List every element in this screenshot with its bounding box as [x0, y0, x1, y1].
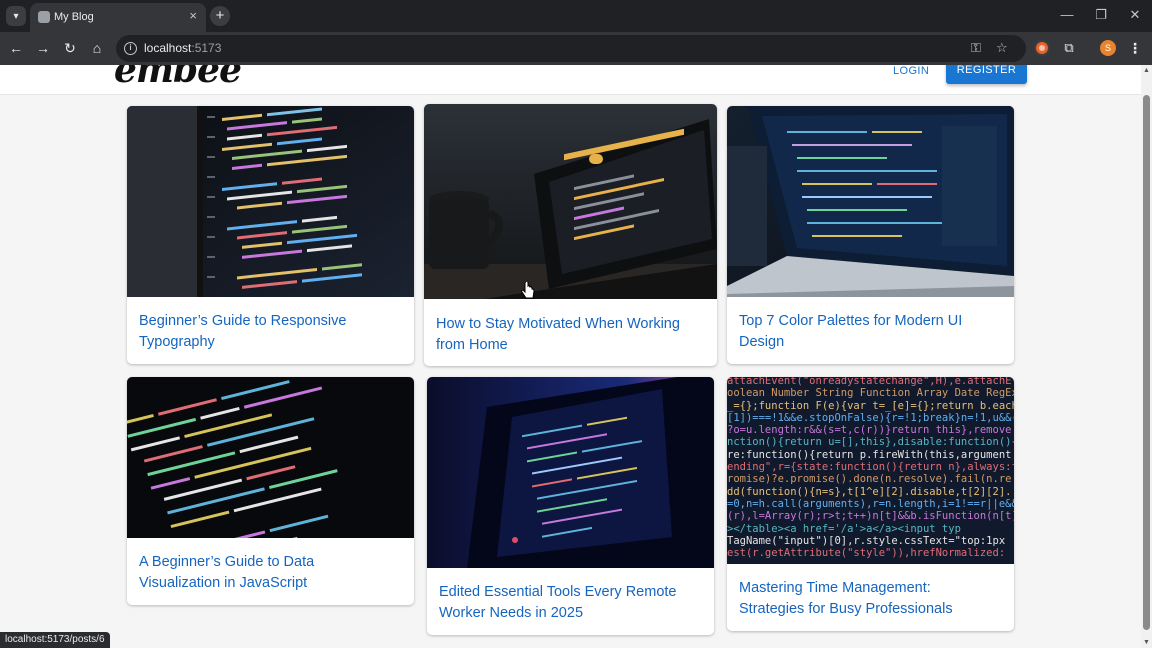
- globe-icon: [38, 11, 50, 23]
- post-card[interactable]: Beginner’s Guide to Responsive Typograph…: [127, 106, 414, 364]
- scroll-down-icon[interactable]: ▼: [1143, 639, 1150, 646]
- scroll-up-icon[interactable]: ▲: [1143, 67, 1150, 74]
- site-info-icon[interactable]: i: [124, 42, 137, 55]
- code-line: ending",r={state:function(){return n},al…: [727, 461, 1014, 474]
- code-line: _={};function F(e){var t=_[e]={};return …: [727, 399, 1014, 412]
- address-bar[interactable]: i localhost:5173 ⚿ ☆: [116, 35, 1026, 62]
- site-logo[interactable]: embee: [114, 65, 242, 91]
- page-scrollbar[interactable]: ▲ ▼: [1141, 65, 1152, 648]
- new-tab-button[interactable]: +: [210, 6, 230, 26]
- code-line: ></table><a href='/a'>a</a><input typ: [727, 522, 961, 535]
- code-line: re:function(){return p.fireWith(this,arg…: [727, 448, 1012, 461]
- code-line: nction(){return u=[],this},disable:funct…: [727, 436, 1014, 449]
- browser-tab[interactable]: My Blog ×: [30, 3, 206, 32]
- post-thumbnail: [424, 104, 717, 299]
- scrollbar-thumb[interactable]: [1143, 95, 1150, 630]
- forward-icon[interactable]: →: [34, 39, 52, 57]
- register-button[interactable]: REGISTER: [946, 65, 1027, 84]
- restore-icon[interactable]: ❐: [1084, 0, 1118, 32]
- post-card[interactable]: attachEvent("onreadystatechange",H),e.at…: [727, 377, 1014, 631]
- code-line: [1])===!1&&e.stopOnFalse){r=!1;break}n=!…: [727, 411, 1014, 424]
- minimize-icon[interactable]: —: [1050, 0, 1084, 32]
- post-thumbnail: [127, 377, 414, 538]
- post-title[interactable]: Top 7 Color Palettes for Modern UI Desig…: [739, 311, 999, 353]
- post-card[interactable]: How to Stay Motivated When Working from …: [424, 104, 717, 366]
- password-key-icon[interactable]: ⚿: [971, 40, 981, 56]
- code-line: =0,n=h.call(arguments),r=n.length,i=1!==…: [727, 497, 1014, 510]
- post-card[interactable]: Top 7 Color Palettes for Modern UI Desig…: [727, 106, 1014, 364]
- reload-icon[interactable]: ↻: [61, 39, 79, 57]
- status-bar-url: localhost:5173/posts/6: [0, 632, 110, 648]
- tab-title: My Blog: [54, 11, 94, 23]
- code-line: dd(function(){n=s},t[1^e][2].disable,t[2…: [727, 485, 1012, 498]
- bookmark-star-icon[interactable]: ☆: [996, 40, 1008, 56]
- post-thumbnail: [727, 106, 1014, 297]
- post-title[interactable]: How to Stay Motivated When Working from …: [436, 314, 708, 356]
- code-line: est(r.getAttribute("style")),hrefNormali…: [727, 547, 1006, 560]
- tab-search-icon[interactable]: ▾: [6, 6, 26, 26]
- extension-icon[interactable]: [1034, 40, 1050, 56]
- code-line: oolean Number String Function Array Date…: [727, 387, 1014, 400]
- site-header: embee LOGIN REGISTER: [0, 65, 1141, 95]
- brave-shield-icon: [1036, 42, 1048, 54]
- post-card[interactable]: A Beginner’s Guide to Data Visualization…: [127, 377, 414, 605]
- post-title[interactable]: Beginner’s Guide to Responsive Typograph…: [139, 311, 399, 353]
- url-host: localhost: [144, 41, 192, 55]
- back-icon[interactable]: ←: [7, 39, 25, 57]
- url-port: :5173: [191, 41, 222, 55]
- post-card[interactable]: Edited Essential Tools Every Remote Work…: [427, 377, 714, 635]
- code-line: romise)?e.promise().done(n.resolve).fail…: [727, 473, 1012, 486]
- post-thumbnail: [427, 377, 714, 568]
- browser-tab-bar: ▾ My Blog × + — ❐ ✕: [0, 0, 1152, 32]
- page-viewport: embee LOGIN REGISTER Beginner’s Guide to…: [0, 65, 1141, 648]
- puzzle-extensions-icon[interactable]: ⧉: [1061, 40, 1077, 56]
- post-thumbnail: [127, 106, 414, 297]
- login-link[interactable]: LOGIN: [893, 65, 929, 77]
- code-line: TagName("input")[0],r.style.cssText="top…: [727, 534, 1006, 547]
- hand-cursor-icon: [521, 282, 535, 299]
- browser-toolbar: ← → ↻ ⌂ i localhost:5173 ⚿ ☆ ⧉ S ⋮: [0, 32, 1152, 65]
- code-line: (r),l=Array(r);r>t;t++)n[t]&&b.isFunctio…: [727, 510, 1014, 523]
- code-line: ?o=u.length:r&&(s=t,c(r))}return this},r…: [727, 424, 1014, 437]
- url-text[interactable]: localhost:5173: [144, 41, 221, 55]
- code-snippet: attachEvent("onreadystatechange",H),e.at…: [727, 377, 1014, 559]
- window-close-icon[interactable]: ✕: [1118, 0, 1152, 32]
- code-line: attachEvent("onreadystatechange",H),e.at…: [727, 377, 1012, 387]
- profile-avatar[interactable]: S: [1100, 40, 1116, 56]
- more-menu-icon[interactable]: ⋮: [1126, 39, 1144, 57]
- post-title[interactable]: A Beginner’s Guide to Data Visualization…: [139, 552, 399, 594]
- home-icon[interactable]: ⌂: [88, 39, 106, 57]
- post-title[interactable]: Edited Essential Tools Every Remote Work…: [439, 582, 699, 624]
- post-thumbnail: attachEvent("onreadystatechange",H),e.at…: [727, 377, 1014, 564]
- post-title[interactable]: Mastering Time Management: Strategies fo…: [739, 578, 999, 620]
- tab-close-icon[interactable]: ×: [189, 8, 197, 23]
